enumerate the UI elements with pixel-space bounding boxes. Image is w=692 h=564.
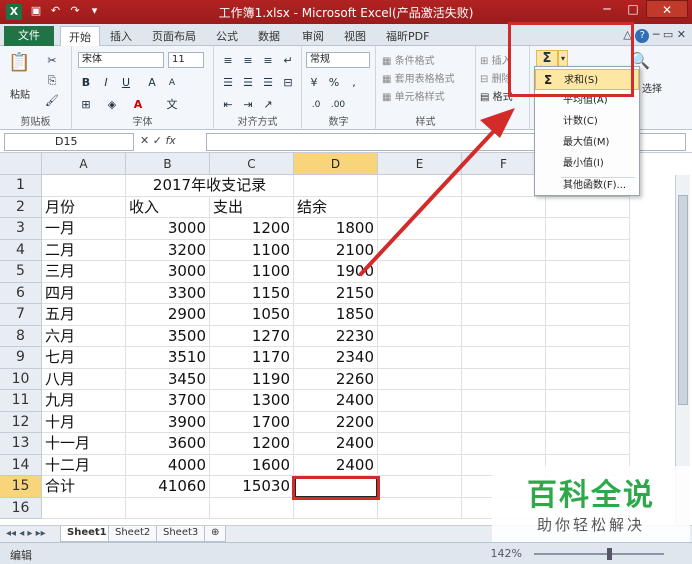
annotation-arrow (358, 108, 515, 277)
arrow-head (480, 108, 515, 138)
arrow-line (358, 116, 508, 277)
